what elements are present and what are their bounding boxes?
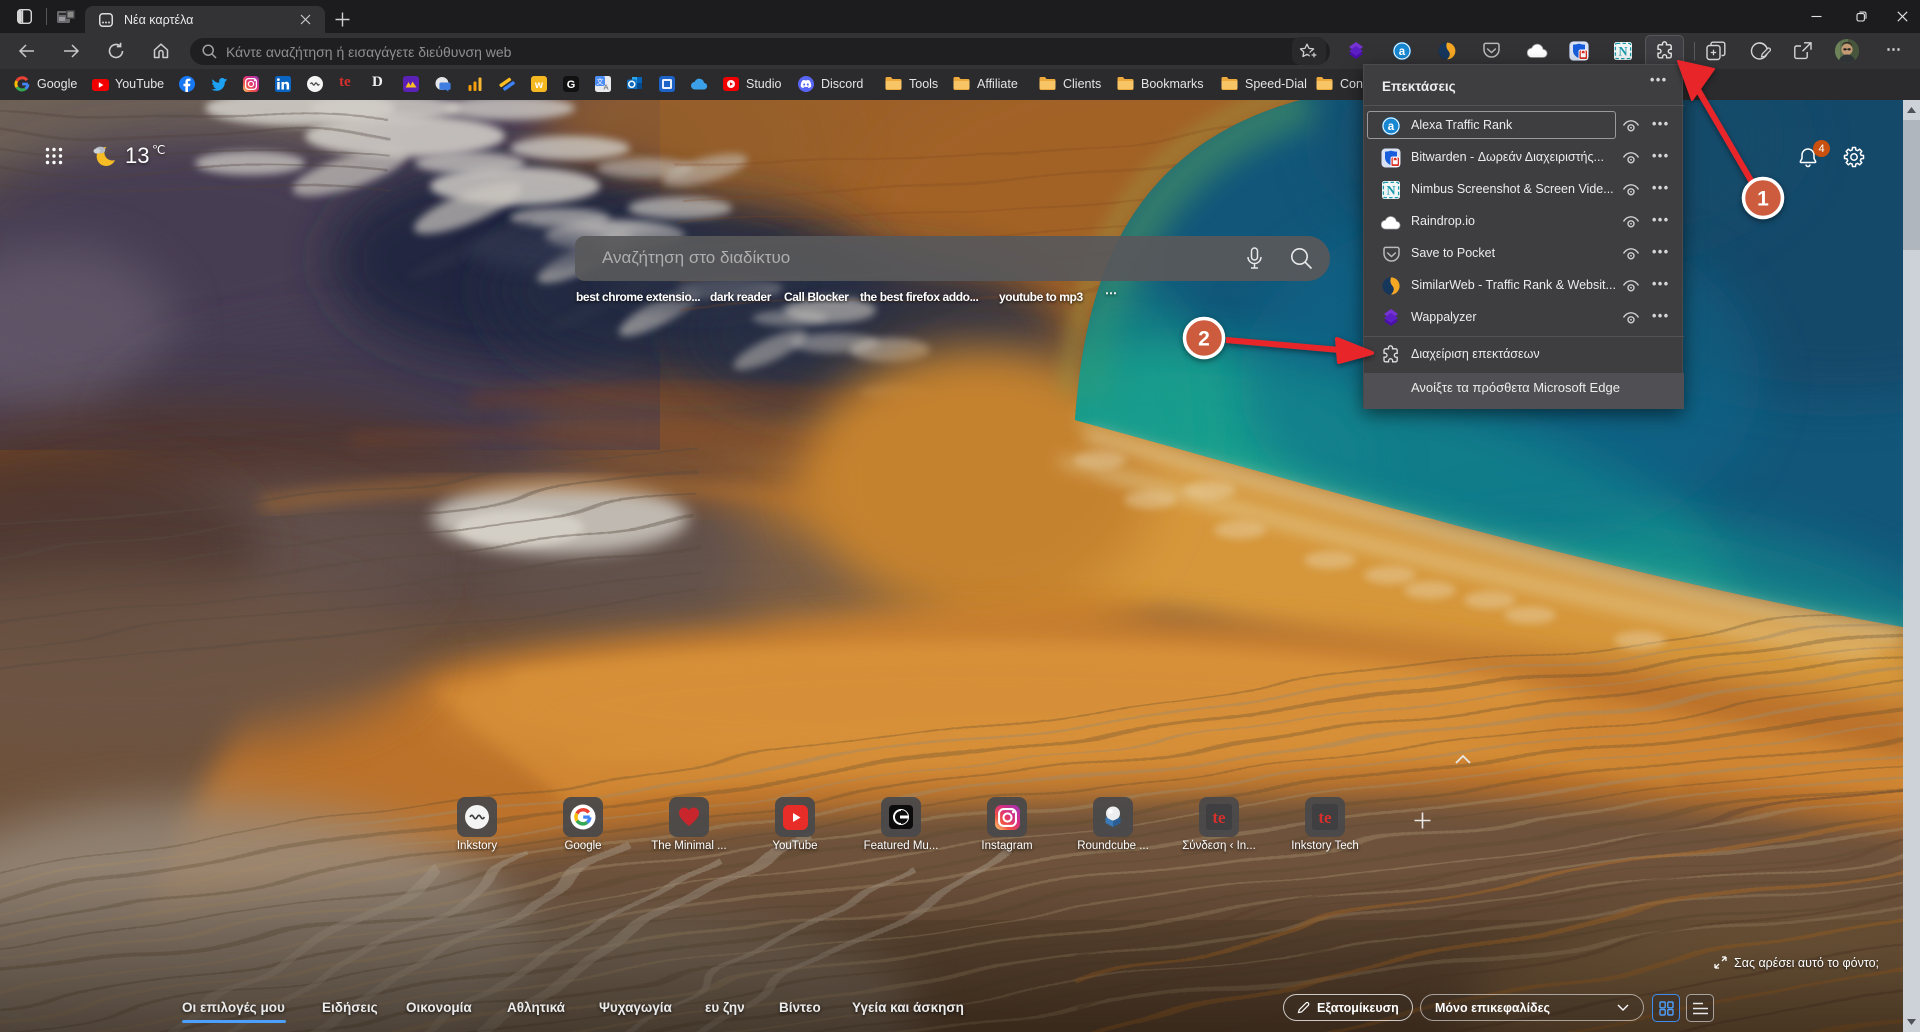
svg-text:te: te bbox=[1212, 808, 1226, 827]
svg-text:A: A bbox=[603, 83, 608, 92]
svg-text:te: te bbox=[1318, 808, 1332, 827]
svg-text:a: a bbox=[1399, 46, 1406, 58]
svg-text:文: 文 bbox=[597, 77, 604, 86]
svg-text:G: G bbox=[567, 79, 576, 91]
svg-text:w: w bbox=[534, 79, 544, 91]
svg-text:N: N bbox=[1618, 45, 1627, 59]
svg-text:N: N bbox=[1386, 184, 1395, 198]
